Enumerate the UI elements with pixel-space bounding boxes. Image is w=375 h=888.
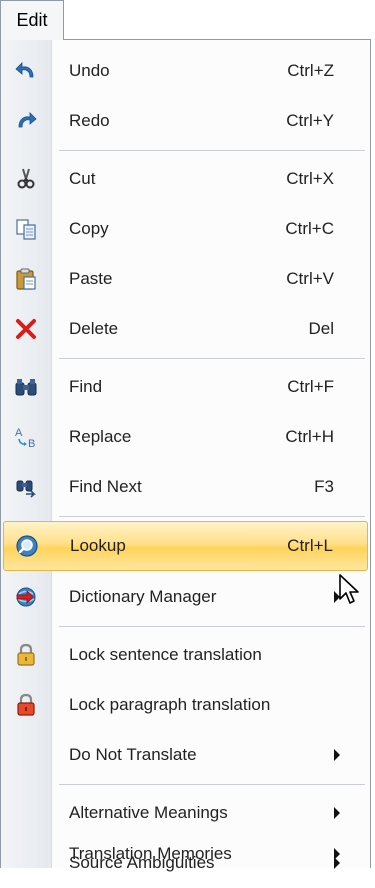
menu-item-shortcut: Ctrl+L	[287, 536, 333, 555]
submenu-arrow-icon	[334, 807, 340, 819]
menu-item-label: Find Next	[69, 477, 142, 496]
menu-separator	[59, 358, 365, 360]
menu-item-label: Redo	[69, 111, 110, 130]
replace-icon: A B	[12, 423, 40, 451]
menu-item-paste[interactable]: Paste Ctrl+V	[1, 254, 370, 304]
redo-icon	[12, 107, 40, 135]
menu-item-label: Lock sentence translation	[69, 645, 262, 664]
find-icon	[12, 373, 40, 401]
dictionary-manager-icon	[12, 583, 40, 611]
menu-item-shortcut: Ctrl+X	[286, 169, 334, 188]
menu-item-shortcut: Ctrl+Y	[286, 111, 334, 130]
paste-icon	[12, 265, 40, 293]
menu-item-do-not-translate[interactable]: Do Not Translate	[1, 730, 370, 780]
menu-item-cut[interactable]: Cut Ctrl+X	[1, 154, 370, 204]
lock-red-icon	[12, 691, 40, 719]
edit-dropdown-menu: Undo Ctrl+Z Redo Ctrl+Y Cut Ctrl+X Copy …	[0, 39, 371, 872]
menu-item-shortcut: F3	[314, 477, 334, 496]
menu-item-dictionary-manager[interactable]: Dictionary Manager	[1, 572, 370, 622]
edit-menu-tab[interactable]: Edit	[0, 0, 64, 40]
menu-item-alternative-meanings[interactable]: Alternative Meanings	[1, 788, 370, 838]
menu-item-shortcut: Ctrl+F	[287, 377, 334, 396]
menu-item-label: Paste	[69, 269, 113, 288]
menu-item-label: Translation Memories	[69, 844, 232, 863]
menu-item-redo[interactable]: Redo Ctrl+Y	[1, 96, 370, 146]
menu-item-label: Copy	[69, 219, 109, 238]
find-next-icon	[12, 473, 40, 501]
menu-item-shortcut: Ctrl+C	[285, 219, 334, 238]
menu-item-shortcut: Ctrl+Z	[287, 61, 334, 80]
menu-item-label: Dictionary Manager	[69, 587, 217, 606]
mouse-cursor-icon	[339, 574, 359, 604]
svg-text:A: A	[15, 427, 23, 439]
menu-item-label: Lock paragraph translation	[69, 695, 271, 714]
copy-icon	[12, 215, 40, 243]
menu-item-label: Replace	[69, 427, 132, 446]
undo-icon	[12, 57, 40, 85]
menu-item-delete[interactable]: Delete Del	[1, 304, 370, 354]
menu-separator	[59, 516, 365, 518]
menu-item-label: Find	[69, 377, 103, 396]
submenu-arrow-icon	[334, 749, 340, 761]
lookup-icon	[13, 532, 41, 560]
menu-item-find-next[interactable]: Find Next F3	[1, 462, 370, 512]
menu-item-undo[interactable]: Undo Ctrl+Z	[1, 46, 370, 96]
menu-item-label: Lookup	[70, 536, 126, 555]
menu-item-label: Undo	[69, 61, 110, 80]
menu-separator	[59, 626, 365, 628]
submenu-arrow-icon	[334, 848, 340, 860]
menu-item-replace[interactable]: A B Replace Ctrl+H	[1, 412, 370, 462]
menu-item-translation-memories[interactable]: Translation Memories	[1, 840, 370, 868]
menu-item-label: Alternative Meanings	[69, 803, 228, 822]
edit-menu-label: Edit	[16, 10, 48, 30]
menu-item-shortcut: Ctrl+V	[286, 269, 334, 288]
menu-item-lookup[interactable]: Lookup Ctrl+L	[3, 521, 368, 571]
cut-icon	[12, 165, 40, 193]
menu-item-shortcut: Ctrl+H	[285, 427, 334, 446]
menu-item-label: Do Not Translate	[69, 745, 197, 764]
menu-item-copy[interactable]: Copy Ctrl+C	[1, 204, 370, 254]
menu-separator	[59, 784, 365, 786]
menu-item-lock-paragraph-translation[interactable]: Lock paragraph translation	[1, 680, 370, 730]
lock-icon	[12, 641, 40, 669]
menu-item-lock-sentence-translation[interactable]: Lock sentence translation	[1, 630, 370, 680]
menu-item-label: Delete	[69, 319, 119, 338]
svg-text:B: B	[28, 438, 35, 449]
menu-item-label: Cut	[69, 169, 96, 188]
delete-icon	[12, 315, 40, 343]
menu-item-find[interactable]: Find Ctrl+F	[1, 362, 370, 412]
menu-separator	[59, 150, 365, 152]
menu-item-shortcut: Del	[308, 319, 334, 338]
